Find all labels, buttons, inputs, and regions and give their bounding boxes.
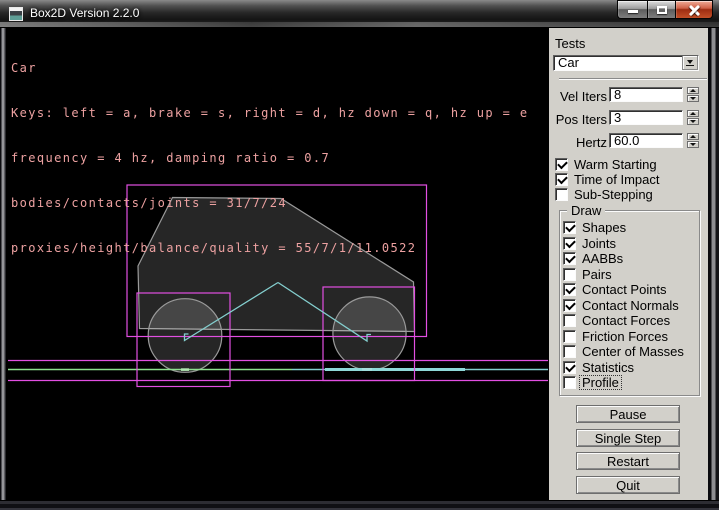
vel-iters-input[interactable]: 8 bbox=[609, 87, 683, 102]
vel-iters-spinner[interactable] bbox=[687, 87, 699, 102]
checkbox-box bbox=[555, 158, 568, 171]
chevron-underline bbox=[686, 65, 694, 66]
stat-line-proxies: proxies/height/balance/quality = 55/7/1/… bbox=[11, 241, 528, 256]
checkbox-box bbox=[555, 188, 568, 201]
stat-line-keys: Keys: left = a, brake = s, right = d, hz… bbox=[11, 106, 528, 121]
front-wheel bbox=[333, 297, 406, 370]
contact-point-rear bbox=[181, 368, 189, 371]
pos-iters-row: Pos Iters 3 bbox=[549, 110, 708, 126]
check-icon bbox=[565, 284, 576, 295]
contact-point-front bbox=[362, 368, 372, 371]
minimize-icon bbox=[628, 10, 638, 13]
quit-button[interactable]: Quit bbox=[576, 476, 680, 494]
checkbox-box bbox=[563, 252, 576, 265]
stat-line-freq: frequency = 4 hz, damping ratio = 0.7 bbox=[11, 151, 528, 166]
pos-iters-input[interactable]: 3 bbox=[609, 110, 683, 125]
pos-iters-spinner[interactable] bbox=[687, 110, 699, 125]
checkbox-box bbox=[563, 237, 576, 250]
spinner-down-icon[interactable] bbox=[687, 95, 699, 102]
draw-group-label: Draw bbox=[567, 203, 605, 218]
checkbox-box bbox=[563, 299, 576, 312]
app-icon bbox=[9, 7, 23, 21]
hertz-spinner[interactable] bbox=[687, 133, 699, 148]
hertz-label: Hertz bbox=[576, 135, 607, 150]
vel-iters-label: Vel Iters bbox=[560, 89, 607, 104]
tests-dropdown-button[interactable] bbox=[682, 56, 698, 70]
minimize-button[interactable] bbox=[617, 0, 647, 19]
caption-buttons bbox=[617, 0, 713, 20]
window-border-bottom bbox=[0, 500, 719, 510]
check-icon bbox=[565, 253, 576, 264]
checkbox-box bbox=[563, 268, 576, 281]
debug-stats: Car Keys: left = a, brake = s, right = d… bbox=[11, 31, 528, 286]
window-border-left bbox=[0, 28, 7, 500]
control-panel: Tests Car Vel Iters 8 Pos Iters 3 bbox=[549, 28, 708, 500]
check-icon bbox=[565, 299, 576, 310]
pos-iters-label: Pos Iters bbox=[556, 112, 607, 127]
spinner-up-icon[interactable] bbox=[687, 133, 699, 140]
chevron-down-icon bbox=[687, 60, 693, 64]
restart-button[interactable]: Restart bbox=[576, 452, 680, 470]
spinner-up-icon[interactable] bbox=[687, 110, 699, 117]
checkbox-box bbox=[563, 345, 576, 358]
pause-button[interactable]: Pause bbox=[576, 405, 680, 423]
single-step-button[interactable]: Single Step bbox=[576, 429, 680, 447]
checkbox-box bbox=[563, 361, 576, 374]
window-title: Box2D Version 2.2.0 bbox=[30, 0, 139, 27]
simulation-canvas[interactable]: Car Keys: left = a, brake = s, right = d… bbox=[7, 28, 549, 500]
vel-iters-row: Vel Iters 8 bbox=[549, 87, 708, 103]
hertz-input[interactable]: 60.0 bbox=[609, 133, 683, 148]
checkbox-box bbox=[563, 221, 576, 234]
app-window: Box2D Version 2.2.0 bbox=[0, 0, 719, 510]
checkbox-box bbox=[563, 283, 576, 296]
checkbox-box bbox=[563, 314, 576, 327]
tests-label: Tests bbox=[555, 36, 585, 51]
tests-dropdown[interactable]: Car bbox=[553, 55, 699, 71]
stat-line-bodies: bodies/contacts/joints = 31/7/24 bbox=[11, 196, 528, 211]
window-border-right bbox=[708, 28, 719, 500]
tests-dropdown-value: Car bbox=[558, 56, 579, 70]
checkbox-box bbox=[563, 330, 576, 343]
hertz-row: Hertz 60.0 bbox=[549, 133, 708, 149]
checkbox-box bbox=[563, 376, 576, 389]
maximize-icon bbox=[657, 6, 667, 14]
check-icon bbox=[565, 361, 576, 372]
check-icon bbox=[565, 237, 576, 248]
check-icon bbox=[565, 222, 576, 233]
maximize-button[interactable] bbox=[647, 0, 676, 19]
spinner-down-icon[interactable] bbox=[687, 141, 699, 148]
spinner-up-icon[interactable] bbox=[687, 87, 699, 94]
check-icon bbox=[557, 174, 568, 185]
checkbox-box bbox=[555, 173, 568, 186]
close-button[interactable] bbox=[676, 0, 713, 19]
bridge-joint-line bbox=[325, 368, 465, 371]
titlebar[interactable]: Box2D Version 2.2.0 bbox=[0, 0, 719, 28]
separator bbox=[559, 78, 707, 80]
check-icon bbox=[557, 159, 568, 170]
stat-line-title: Car bbox=[11, 61, 528, 76]
spinner-down-icon[interactable] bbox=[687, 118, 699, 125]
close-icon bbox=[676, 1, 712, 18]
